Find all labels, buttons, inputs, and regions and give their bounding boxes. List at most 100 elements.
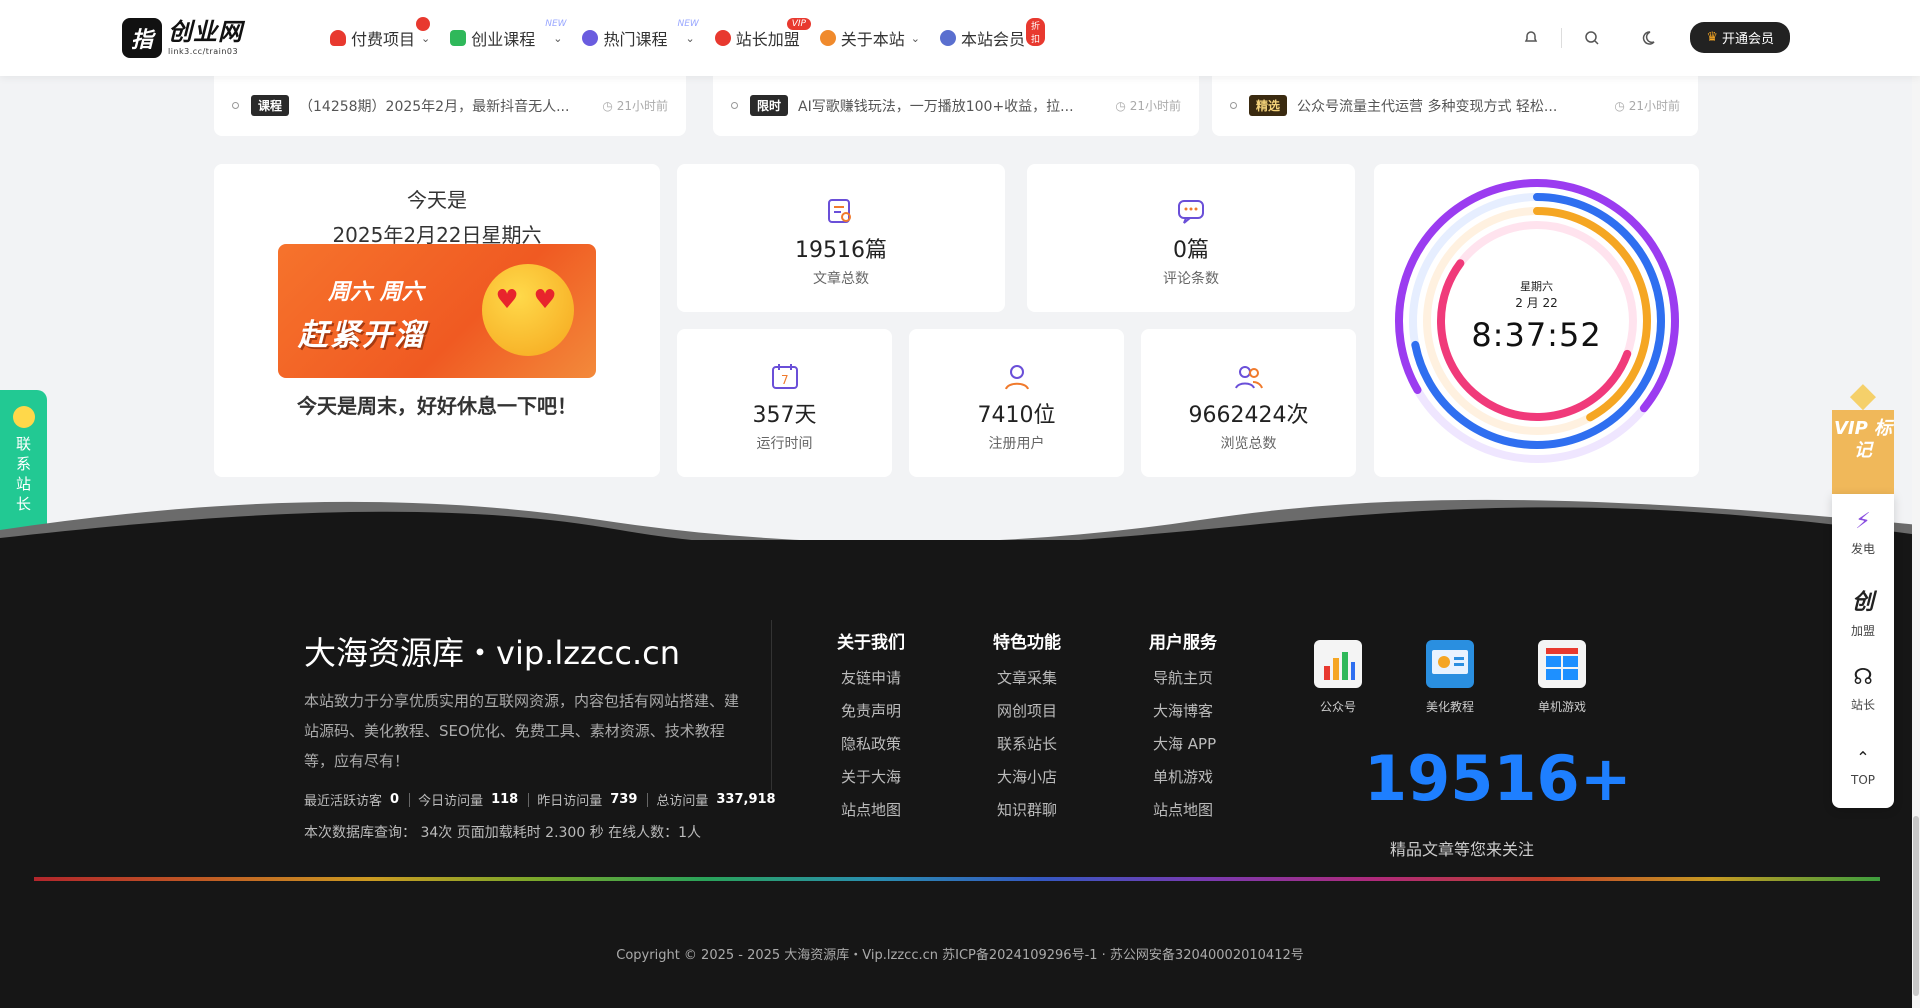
footer-link[interactable]: 友链申请 bbox=[841, 667, 905, 688]
footer-copyright: Copyright © 2025 - 2025 大海资源库・Vip.lzzcc.… bbox=[616, 948, 1304, 963]
clock-time: 8:37:52 bbox=[1471, 316, 1602, 354]
nav-hot-courses[interactable]: 热门课程 NEW ⌄ bbox=[582, 19, 699, 50]
footer-link[interactable]: 站点地图 bbox=[1153, 799, 1217, 820]
app-label: 公众号 bbox=[1319, 700, 1356, 714]
list-item[interactable]: 精选 公众号流量主代运营 多种变现方式 轻松... ◷ 21小时前 bbox=[1230, 95, 1680, 116]
chevron-down-icon: ⌄ bbox=[685, 31, 695, 45]
footer-col-features: 特色功能 文章采集 网创项目 联系站长 大海小店 知识群聊 bbox=[993, 628, 1061, 832]
stat-label: 评论条数 bbox=[1163, 271, 1219, 287]
diamond-icon: ◆ bbox=[1849, 375, 1877, 415]
list-card: 课程 （14258期）2025年2月，最新抖音无人... ◷ 21小时前 bbox=[214, 76, 686, 136]
toolbar-back-to-top[interactable]: ⌃ TOP bbox=[1832, 728, 1894, 806]
nav-startup-courses[interactable]: 创业课程 NEW ⌄ bbox=[450, 19, 567, 50]
footer-link[interactable]: 知识群聊 bbox=[997, 799, 1061, 820]
stat-value: 9662424次 bbox=[1188, 403, 1309, 428]
stat-value: 7410位 bbox=[977, 403, 1056, 428]
notification-icon[interactable] bbox=[1517, 24, 1545, 52]
footer-link[interactable]: 大海博客 bbox=[1153, 700, 1217, 721]
hot-badge-icon bbox=[416, 17, 430, 31]
footer-stats: 最近活跃访客 0 今日访问量 118 昨日访问量 739 总访问量 337,918 bbox=[304, 790, 786, 809]
toolbar-label: 站长 bbox=[1850, 698, 1875, 712]
today-card: 今天是 2025年2月22日星期六 周六 周六 赶紧开溜 ♥ ♥ 今天是周末，好… bbox=[214, 164, 660, 477]
site-logo[interactable]: 指 创业网 link3.cc/train03 bbox=[122, 18, 243, 58]
headset-icon: ☊ bbox=[1853, 665, 1873, 690]
footer-link[interactable]: 隐私政策 bbox=[841, 733, 905, 754]
footer-divider bbox=[771, 620, 772, 790]
stat-label: 文章总数 bbox=[813, 271, 869, 287]
open-vip-button[interactable]: ♛ 开通会员 bbox=[1690, 22, 1790, 53]
nav-about[interactable]: 关于本站 ⌄ bbox=[819, 26, 920, 50]
stat-runtime: 7 357天 运行时间 bbox=[677, 329, 892, 477]
nav-join[interactable]: 站长加盟 VIP bbox=[714, 18, 811, 50]
scrollbar-thumb[interactable] bbox=[1913, 816, 1919, 996]
footer-link[interactable]: 联系站长 bbox=[997, 733, 1061, 754]
stat-label: 运行时间 bbox=[756, 436, 813, 452]
heart-icon bbox=[819, 30, 836, 46]
footer-link[interactable]: 关于大海 bbox=[841, 766, 905, 787]
vip-button-label: 开通会员 bbox=[1721, 32, 1774, 47]
footer-link[interactable]: 站点地图 bbox=[841, 799, 905, 820]
nav-label: 付费项目 bbox=[351, 30, 416, 49]
toolbar-donate[interactable]: ⚡ 发电 bbox=[1832, 494, 1894, 572]
stat-value: 0篇 bbox=[1173, 238, 1209, 263]
nav-label: 创业课程 bbox=[471, 30, 536, 49]
list-item-title: AI写歌赚钱玩法，一万播放100+收益，拉... bbox=[798, 98, 1074, 115]
app-tutorial[interactable]: 美化教程 bbox=[1422, 640, 1478, 715]
svg-text:7: 7 bbox=[781, 373, 789, 387]
app-wechat[interactable]: 公众号 bbox=[1310, 640, 1366, 715]
stat-value: 357天 bbox=[752, 403, 817, 428]
list-item[interactable]: 课程 （14258期）2025年2月，最新抖音无人... ◷ 21小时前 bbox=[232, 95, 668, 116]
page-scrollbar[interactable] bbox=[1912, 76, 1920, 1008]
today-label: 今天是 bbox=[407, 188, 467, 212]
footer-link[interactable]: 网创项目 bbox=[997, 700, 1061, 721]
footer-link[interactable]: 单机游戏 bbox=[1153, 766, 1217, 787]
list-item-time: ◷ 21小时前 bbox=[1115, 99, 1181, 113]
footer-link[interactable]: 导航主页 bbox=[1153, 667, 1217, 688]
chevron-down-icon: ⌄ bbox=[421, 31, 431, 45]
list-item[interactable]: 限时 AI写歌赚钱玩法，一万播放100+收益，拉... ◷ 21小时前 bbox=[731, 95, 1181, 116]
toolbar-label: 加盟 bbox=[1850, 623, 1875, 638]
footer-link[interactable]: 大海小店 bbox=[997, 766, 1061, 787]
bullet-icon bbox=[232, 102, 239, 109]
toolbar-join[interactable]: 创 加盟 bbox=[1832, 572, 1894, 650]
bar-chart-icon bbox=[1314, 640, 1362, 688]
footer-stat-label: 总访问量 bbox=[656, 794, 709, 809]
fire-icon bbox=[330, 30, 346, 46]
footer-col-title: 特色功能 bbox=[993, 633, 1061, 653]
toolbar-label: 发电 bbox=[1850, 542, 1875, 556]
clock-card: 星期六 2 月 22 8:37:52 bbox=[1374, 164, 1699, 477]
app-games[interactable]: 单机游戏 bbox=[1534, 640, 1590, 715]
today-message: 今天是周末，好好休息一下吧！ bbox=[297, 394, 577, 418]
discount-badge: 折扣 bbox=[1025, 18, 1045, 46]
footer-link[interactable]: 免责声明 bbox=[841, 700, 905, 721]
vip-float-badge[interactable]: ◆ VIP 标记 bbox=[1832, 375, 1894, 498]
footer-link[interactable]: 大海 APP bbox=[1153, 733, 1217, 754]
list-card: 精选 公众号流量主代运营 多种变现方式 轻松... ◷ 21小时前 bbox=[1212, 76, 1698, 136]
footer-stat-label: 最近活跃访客 bbox=[304, 794, 383, 809]
heart-eyes-emoji-icon: ♥ ♥ bbox=[482, 264, 574, 356]
list-item-time: ◷ 21小时前 bbox=[1614, 99, 1680, 113]
vip-badge: VIP bbox=[786, 18, 811, 30]
chevron-down-icon: ⌄ bbox=[553, 31, 563, 45]
users-group-icon bbox=[1234, 363, 1264, 391]
nav-membership[interactable]: 本站会员 折扣 bbox=[939, 18, 1045, 50]
article-icon bbox=[826, 198, 856, 226]
footer-stat-value: 739 bbox=[610, 792, 638, 807]
calendar-icon: 7 bbox=[770, 363, 800, 391]
clock-date: 2 月 22 bbox=[1515, 296, 1558, 310]
stat-views: 9662424次 浏览总数 bbox=[1141, 329, 1356, 477]
footer-link[interactable]: 文章采集 bbox=[997, 667, 1061, 688]
nav-paid-projects[interactable]: 付费项目 ⌄ bbox=[330, 17, 431, 50]
footer-stat-value: 118 bbox=[491, 792, 519, 807]
search-icon[interactable] bbox=[1578, 24, 1606, 52]
lightning-icon: ⚡ bbox=[1855, 509, 1871, 534]
dark-mode-icon[interactable] bbox=[1634, 24, 1662, 52]
tag-badge: 精选 bbox=[1249, 95, 1288, 116]
logo-subtitle: link3.cc/train03 bbox=[168, 47, 239, 56]
footer-col-title: 关于我们 bbox=[837, 633, 905, 653]
list-item-time: ◷ 21小时前 bbox=[602, 99, 668, 113]
stat-label: 浏览总数 bbox=[1220, 436, 1277, 452]
footer-description: 本站致力于分享优质实用的互联网资源，内容包括有网站搭建、建站源码、美化教程、SE… bbox=[304, 692, 740, 770]
toolbar-admin[interactable]: ☊ 站长 bbox=[1832, 650, 1894, 728]
stat-value: 19516篇 bbox=[795, 238, 887, 263]
